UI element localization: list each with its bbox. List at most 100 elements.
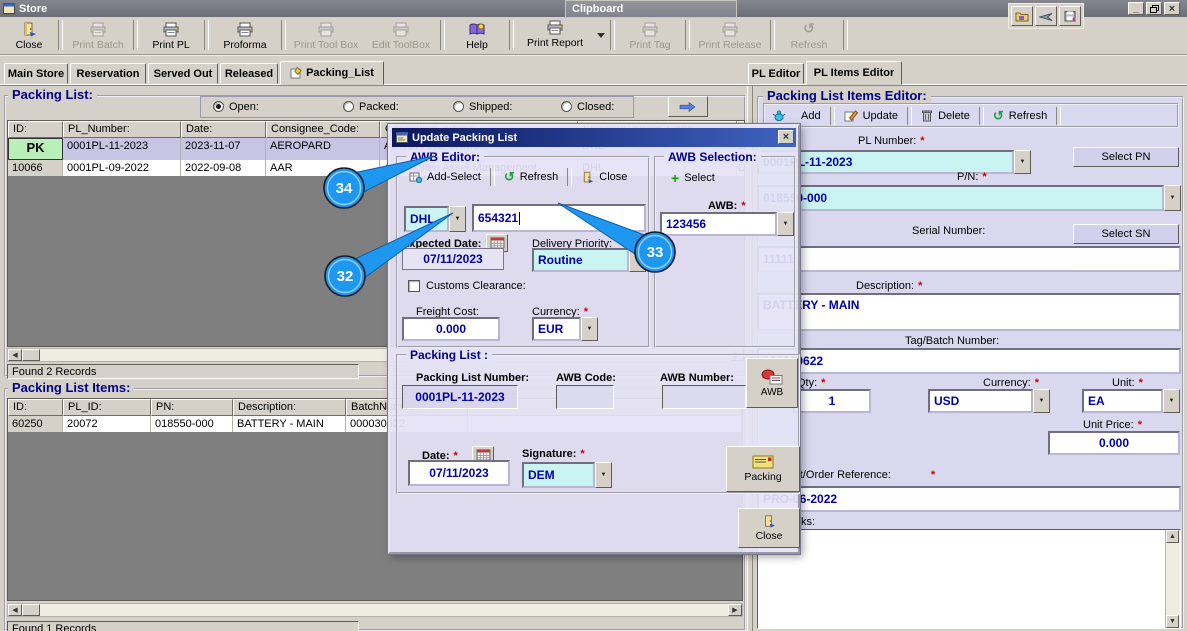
scrollbar-thumb[interactable] bbox=[22, 349, 40, 361]
signature-combo[interactable]: DEM ▼ bbox=[522, 462, 612, 488]
dropdown-icon[interactable]: ▼ bbox=[1033, 389, 1050, 413]
toolbar-button-print-report[interactable]: Print Report bbox=[516, 20, 594, 52]
close-window-icon[interactable]: × bbox=[1164, 2, 1180, 15]
carrier-combo[interactable]: DHL ▼ bbox=[404, 206, 466, 232]
cell-date[interactable]: 2023-11-07 bbox=[181, 138, 266, 160]
cell-pl-id[interactable]: 20072 bbox=[63, 416, 151, 432]
delivery-priority-combo[interactable]: Routine ▼ bbox=[532, 248, 646, 272]
scroll-left-icon[interactable]: ◀ bbox=[8, 349, 22, 361]
dropdown-icon[interactable]: ▼ bbox=[1014, 150, 1031, 174]
dropdown-icon[interactable]: ▼ bbox=[595, 462, 612, 488]
dropdown-icon[interactable]: ▼ bbox=[1164, 185, 1181, 211]
editor-update-button[interactable]: Update bbox=[837, 110, 905, 122]
tab-served-out[interactable]: Served Out bbox=[148, 63, 218, 84]
cell-pl-number[interactable]: 0001PL-11-2023 bbox=[63, 138, 181, 160]
dropdown-icon[interactable]: ▼ bbox=[777, 212, 794, 236]
cell-pn[interactable]: 018550-000 bbox=[151, 416, 233, 432]
scroll-left-icon[interactable]: ◀ bbox=[8, 604, 22, 616]
radio-open[interactable] bbox=[213, 101, 224, 115]
pn-combo[interactable]: 018550-000 ▼ bbox=[757, 185, 1181, 211]
awb-refresh-button[interactable]: ↺ Refresh bbox=[497, 169, 565, 185]
expected-date-field[interactable]: 07/11/2023 bbox=[402, 248, 504, 270]
scrollbar-thumb[interactable] bbox=[22, 604, 40, 616]
scroll-down-icon[interactable]: ▼ bbox=[1166, 615, 1179, 628]
column-header[interactable]: Consignee_Code: bbox=[266, 121, 380, 138]
column-header[interactable]: Date: bbox=[181, 121, 266, 138]
dialog-titlebar[interactable]: Update Packing List bbox=[392, 128, 796, 147]
select-pn-button[interactable]: Select PN bbox=[1073, 147, 1179, 167]
radio-packed[interactable] bbox=[343, 101, 354, 115]
column-header[interactable]: PL_Number: bbox=[63, 121, 181, 138]
tab-pl-editor[interactable]: PL Editor bbox=[748, 63, 804, 84]
awb-select-button[interactable]: + Select bbox=[664, 168, 722, 188]
dropdown-icon[interactable]: ▼ bbox=[1163, 389, 1180, 413]
tab-reservation[interactable]: Reservation bbox=[70, 63, 146, 84]
tab-released[interactable]: Released bbox=[220, 63, 278, 84]
column-header[interactable]: ID: bbox=[8, 121, 63, 138]
radio-shipped-dot[interactable] bbox=[453, 101, 464, 112]
scroll-up-icon[interactable]: ▲ bbox=[1166, 530, 1179, 543]
packing-button[interactable]: Packing bbox=[726, 446, 800, 492]
radio-closed[interactable] bbox=[561, 101, 572, 115]
tag-batch-field[interactable]: 000030622 bbox=[757, 348, 1181, 374]
cell-consignee-code[interactable]: AEROPARD bbox=[266, 138, 380, 160]
qty-field[interactable]: 1 bbox=[793, 389, 871, 413]
dialog-close-icon[interactable]: × bbox=[778, 130, 794, 144]
radio-closed-dot[interactable] bbox=[561, 101, 572, 112]
cell-id[interactable]: 10066 bbox=[8, 160, 63, 176]
currency-combo[interactable]: USD ▼ bbox=[928, 389, 1050, 413]
editor-refresh-button[interactable]: ↺ Refresh bbox=[986, 108, 1054, 124]
editor-add-button[interactable]: Add bbox=[765, 110, 828, 122]
serial-number-field[interactable]: 11111 bbox=[757, 246, 1181, 272]
dialog-close-button[interactable]: Close bbox=[738, 508, 800, 548]
dialog-date-field[interactable]: 07/11/2023 bbox=[408, 460, 510, 486]
unit-price-field[interactable]: 0.000 bbox=[1048, 431, 1180, 455]
dropdown-icon[interactable]: ▼ bbox=[581, 317, 598, 341]
toolbar-button-proforma[interactable]: Proforma bbox=[211, 17, 279, 54]
dropdown-icon[interactable]: ▼ bbox=[629, 248, 646, 272]
cell-consignee-code[interactable]: AAR bbox=[266, 160, 380, 176]
radio-packed-dot[interactable] bbox=[343, 101, 354, 112]
radio-shipped[interactable] bbox=[453, 101, 464, 115]
toolbar-button-help[interactable]: Help bbox=[447, 17, 507, 54]
cell-description[interactable]: BATTERY - MAIN bbox=[233, 416, 346, 432]
select-sn-button[interactable]: Select SN bbox=[1073, 224, 1179, 244]
cell-pl-number[interactable]: 0001PL-09-2022 bbox=[63, 160, 181, 176]
column-header[interactable]: Description: bbox=[233, 399, 346, 416]
awb-number-input[interactable]: 654321 bbox=[472, 204, 646, 232]
save-report-icon[interactable] bbox=[1059, 6, 1081, 26]
description-field[interactable]: BATTERY - MAIN bbox=[757, 293, 1181, 331]
column-header[interactable]: PL_ID: bbox=[63, 399, 151, 416]
awb-selection-combo[interactable]: 123456 ▼ bbox=[660, 212, 794, 236]
scroll-right-icon[interactable]: ▶ bbox=[728, 604, 742, 616]
items-hscrollbar[interactable]: ◀ ▶ bbox=[7, 603, 743, 617]
store-folder-icon[interactable] bbox=[1011, 6, 1033, 26]
add-select-button[interactable]: Add-Select bbox=[402, 171, 488, 183]
tab-main-store[interactable]: Main Store bbox=[4, 63, 68, 84]
cell-id[interactable]: 60250 bbox=[8, 416, 63, 432]
tab-pl-items-editor[interactable]: PL Items Editor bbox=[806, 61, 902, 85]
freight-cost-field[interactable]: 0.000 bbox=[402, 317, 500, 341]
clipboard-titlebar[interactable]: Clipboard bbox=[565, 0, 737, 18]
cell-date[interactable]: 2022-09-08 bbox=[181, 160, 266, 176]
shipment-plane-icon[interactable] bbox=[1035, 6, 1057, 26]
column-header[interactable]: ID: bbox=[8, 399, 63, 416]
dialog-currency-combo[interactable]: EUR ▼ bbox=[532, 317, 598, 341]
toolbar-button-close[interactable]: Close bbox=[2, 17, 56, 54]
toolbar-button-print-pl[interactable]: Print PL bbox=[140, 17, 202, 54]
tab-packing-list[interactable]: Packing_List bbox=[280, 61, 384, 85]
unit-combo[interactable]: EA ▼ bbox=[1082, 389, 1180, 413]
customs-clearance-checkbox[interactable] bbox=[408, 280, 420, 292]
dropdown-icon[interactable]: ▼ bbox=[449, 206, 466, 232]
go-arrow-button[interactable] bbox=[668, 96, 708, 117]
print-report-dropdown-icon[interactable] bbox=[597, 33, 605, 38]
editor-delete-button[interactable]: Delete bbox=[914, 109, 977, 122]
column-header[interactable]: PN: bbox=[151, 399, 233, 416]
awb-close-button[interactable]: Close bbox=[574, 171, 634, 184]
remarks-textarea[interactable]: ▲ ▼ bbox=[757, 529, 1181, 629]
radio-open-dot[interactable] bbox=[213, 101, 224, 112]
minimize-icon[interactable]: _ bbox=[1128, 2, 1144, 15]
restore-icon[interactable] bbox=[1146, 2, 1162, 15]
reference-field[interactable]: PRO-06-2022 bbox=[757, 486, 1181, 512]
awb-button[interactable]: AWB bbox=[746, 358, 798, 408]
